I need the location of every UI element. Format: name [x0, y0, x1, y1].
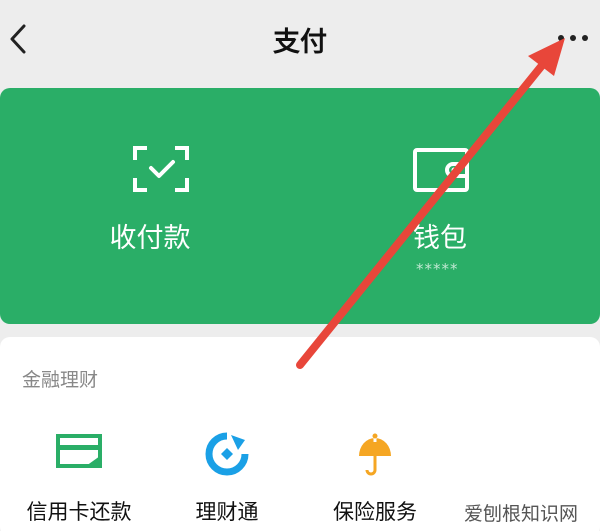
- service-label: 信用卡还款: [26, 500, 132, 524]
- umbrella-icon: [359, 433, 391, 476]
- nav-bar: 支付: [0, 0, 600, 80]
- page-title: 支付: [273, 27, 327, 58]
- credit-card-icon: [56, 434, 102, 468]
- insurance-button[interactable]: 保险服务: [300, 432, 450, 531]
- watermark-text: 爱刨根知识网: [462, 499, 581, 526]
- more-dots-icon[interactable]: [555, 28, 591, 48]
- wallet-icon: [413, 148, 469, 192]
- wallet-label: 钱包: [413, 223, 467, 254]
- receive-pay-label: 收付款: [109, 223, 191, 254]
- licaitong-button[interactable]: 理财通: [152, 432, 302, 531]
- section-title: 金融理财: [22, 369, 99, 391]
- scan-check-icon: [133, 146, 189, 192]
- receive-pay-button[interactable]: 收付款: [0, 88, 300, 324]
- wallet-balance-masked: *****: [416, 260, 459, 278]
- payment-card: 收付款 钱包 *****: [0, 88, 600, 324]
- licaitong-icon: [205, 432, 249, 476]
- credit-card-repay-button[interactable]: 信用卡还款: [4, 432, 154, 531]
- service-label: 理财通: [195, 500, 259, 524]
- wallet-button[interactable]: 钱包 *****: [290, 88, 590, 324]
- service-label: 保险服务: [333, 500, 417, 524]
